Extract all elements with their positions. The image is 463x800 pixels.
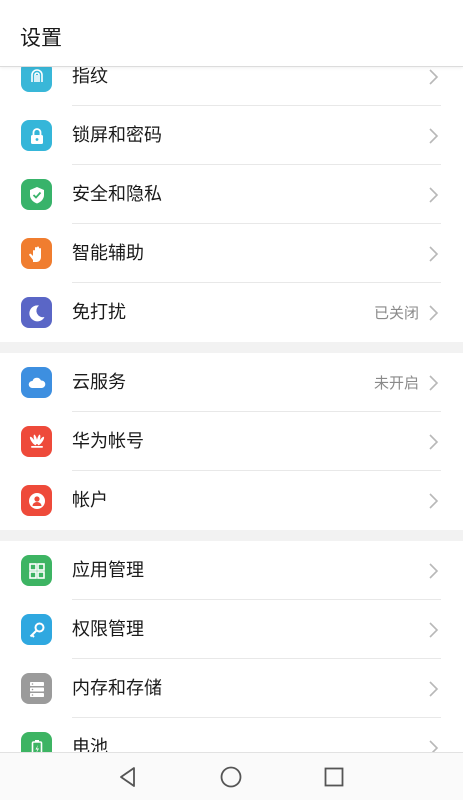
chevron-right-icon bbox=[429, 563, 439, 579]
chevron-right-icon bbox=[429, 69, 439, 85]
huawei-icon bbox=[21, 426, 52, 457]
section-gap bbox=[0, 342, 463, 353]
chevron-right-icon bbox=[429, 375, 439, 391]
dnd-status-value: 已关闭 bbox=[373, 304, 419, 322]
cloud-icon bbox=[21, 367, 52, 398]
settings-item-smart-assist[interactable]: 智能辅助 bbox=[0, 224, 463, 283]
settings-item-label: 智能辅助 bbox=[72, 243, 144, 264]
page-title: 设置 bbox=[20, 26, 62, 50]
settings-item-label: 权限管理 bbox=[72, 619, 144, 640]
chevron-right-icon bbox=[429, 681, 439, 697]
settings-item-label: 华为帐号 bbox=[72, 431, 144, 452]
apps-grid-icon bbox=[21, 555, 52, 586]
settings-item-label: 安全和隐私 bbox=[72, 184, 162, 205]
settings-item-label: 锁屏和密码 bbox=[72, 125, 162, 146]
settings-item-do-not-disturb[interactable]: 免打扰 已关闭 bbox=[0, 283, 463, 342]
back-triangle-icon[interactable] bbox=[116, 765, 140, 789]
settings-item-cloud[interactable]: 云服务 未开启 bbox=[0, 353, 463, 412]
storage-icon bbox=[21, 673, 52, 704]
home-circle-icon[interactable] bbox=[219, 765, 243, 789]
shield-icon bbox=[21, 179, 52, 210]
key-icon bbox=[21, 614, 52, 645]
settings-item-label: 帐户 bbox=[72, 490, 108, 511]
settings-item-apps[interactable]: 应用管理 bbox=[0, 541, 463, 600]
chevron-right-icon bbox=[429, 128, 439, 144]
settings-item-permissions[interactable]: 权限管理 bbox=[0, 600, 463, 659]
settings-item-security[interactable]: 安全和隐私 bbox=[0, 165, 463, 224]
system-navigation-bar bbox=[0, 752, 463, 800]
settings-list: 指纹 锁屏和密码 安全和隐私 智能辅助 免打扰 已关闭 云服务 未开启 华为帐号… bbox=[0, 47, 463, 777]
chevron-right-icon bbox=[429, 622, 439, 638]
app-header: 设置 bbox=[0, 0, 463, 67]
settings-item-label: 应用管理 bbox=[72, 560, 144, 581]
chevron-right-icon bbox=[429, 246, 439, 262]
hand-icon bbox=[21, 238, 52, 269]
settings-item-storage[interactable]: 内存和存储 bbox=[0, 659, 463, 718]
account-icon bbox=[21, 485, 52, 516]
settings-item-accounts[interactable]: 帐户 bbox=[0, 471, 463, 530]
settings-item-label: 云服务 bbox=[72, 372, 126, 393]
recents-square-icon[interactable] bbox=[322, 765, 346, 789]
chevron-right-icon bbox=[429, 493, 439, 509]
settings-item-label: 免打扰 bbox=[72, 302, 126, 323]
cloud-status-value: 未开启 bbox=[373, 374, 419, 392]
section-gap bbox=[0, 530, 463, 541]
settings-item-lockscreen[interactable]: 锁屏和密码 bbox=[0, 106, 463, 165]
moon-icon bbox=[21, 297, 52, 328]
chevron-right-icon bbox=[429, 434, 439, 450]
lock-icon bbox=[21, 120, 52, 151]
settings-item-label: 指纹 bbox=[72, 66, 108, 87]
settings-item-label: 内存和存储 bbox=[72, 678, 162, 699]
chevron-right-icon bbox=[429, 305, 439, 321]
settings-item-huawei-account[interactable]: 华为帐号 bbox=[0, 412, 463, 471]
chevron-right-icon bbox=[429, 187, 439, 203]
